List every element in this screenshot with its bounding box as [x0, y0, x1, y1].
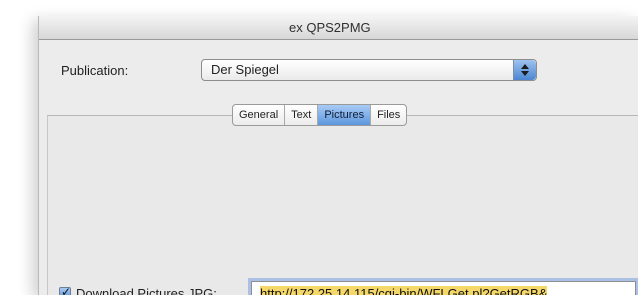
- window-title: ex QPS2PMG: [289, 20, 371, 35]
- publication-select[interactable]: Der Spiegel: [201, 59, 537, 81]
- arrow-down-icon: [521, 71, 529, 76]
- tab-general[interactable]: General: [233, 105, 286, 125]
- arrow-up-icon: [521, 64, 529, 69]
- tab-text[interactable]: Text: [285, 105, 319, 125]
- checkmark-icon: ✓: [61, 285, 72, 295]
- settings-window: ex QPS2PMG Publication: Der Spiegel Gene…: [38, 16, 638, 295]
- download-pictures-label: Download Pictures JPG:: [76, 286, 217, 295]
- up-down-chevron-icon[interactable]: [513, 60, 536, 80]
- download-pictures-checkbox[interactable]: ✓: [59, 285, 72, 295]
- tab-content-panel: [47, 115, 638, 295]
- publication-selected-value: Der Spiegel: [211, 62, 279, 77]
- tab-files[interactable]: Files: [371, 105, 406, 125]
- tab-bar: General Text Pictures Files: [232, 104, 408, 126]
- download-url-input[interactable]: http://172.25.14.115/cgi-bin/WFLGet.pl?G…: [251, 281, 636, 295]
- download-url-value: http://172.25.14.115/cgi-bin/WFLGet.pl?G…: [260, 286, 548, 295]
- window-titlebar: ex QPS2PMG: [39, 16, 638, 40]
- publication-label: Publication:: [61, 63, 129, 78]
- screenshot-stage: ex QPS2PMG Publication: Der Spiegel Gene…: [0, 0, 638, 295]
- tab-pictures[interactable]: Pictures: [318, 105, 372, 125]
